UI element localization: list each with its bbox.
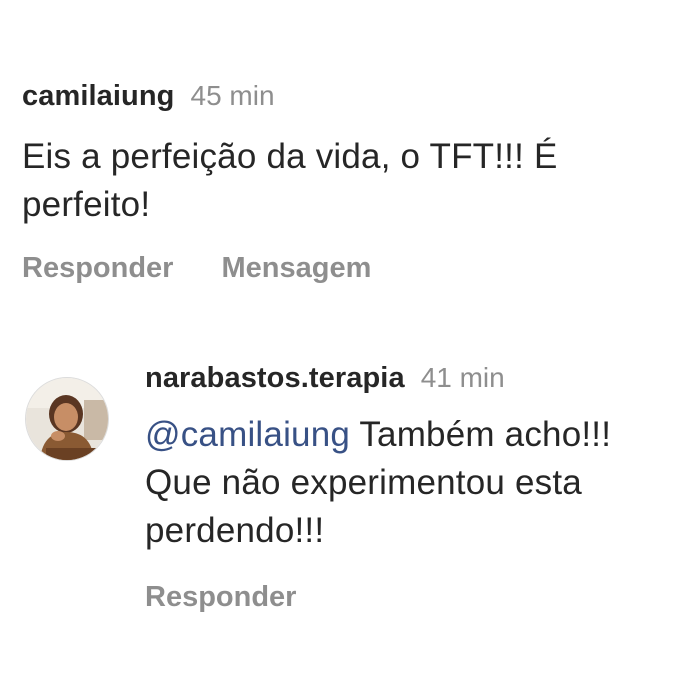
comment-header: camilaiung 45 min [22, 80, 682, 113]
comment-timestamp: 41 min [420, 362, 505, 393]
reply-button[interactable]: Responder [145, 581, 296, 614]
comment-text: @camilaiung Também acho!!! Que não exper… [145, 411, 685, 555]
reply-button[interactable]: Responder [22, 252, 173, 285]
user-photo-avatar-icon [26, 378, 108, 460]
comment-username[interactable]: narabastos.terapia [145, 362, 405, 395]
comment-camilaiung: camilaiung 45 min Eis a perfeição da vid… [22, 80, 682, 285]
comment-text: Eis a perfeição da vida, o TFT!!! É perf… [22, 137, 558, 224]
comment-timestamp: 45 min [190, 80, 275, 111]
avatar[interactable] [25, 377, 109, 461]
comment-actions: Responder [145, 581, 685, 614]
comment-username[interactable]: camilaiung [22, 80, 175, 113]
message-button[interactable]: Mensagem [221, 252, 371, 285]
comment-narabastos-terapia: narabastos.terapia 41 min @camilaiung Ta… [145, 362, 685, 614]
comment-header: narabastos.terapia 41 min [145, 362, 685, 395]
mention-link[interactable]: @camilaiung [145, 415, 350, 454]
comment-actions: Responder Mensagem [22, 252, 682, 285]
